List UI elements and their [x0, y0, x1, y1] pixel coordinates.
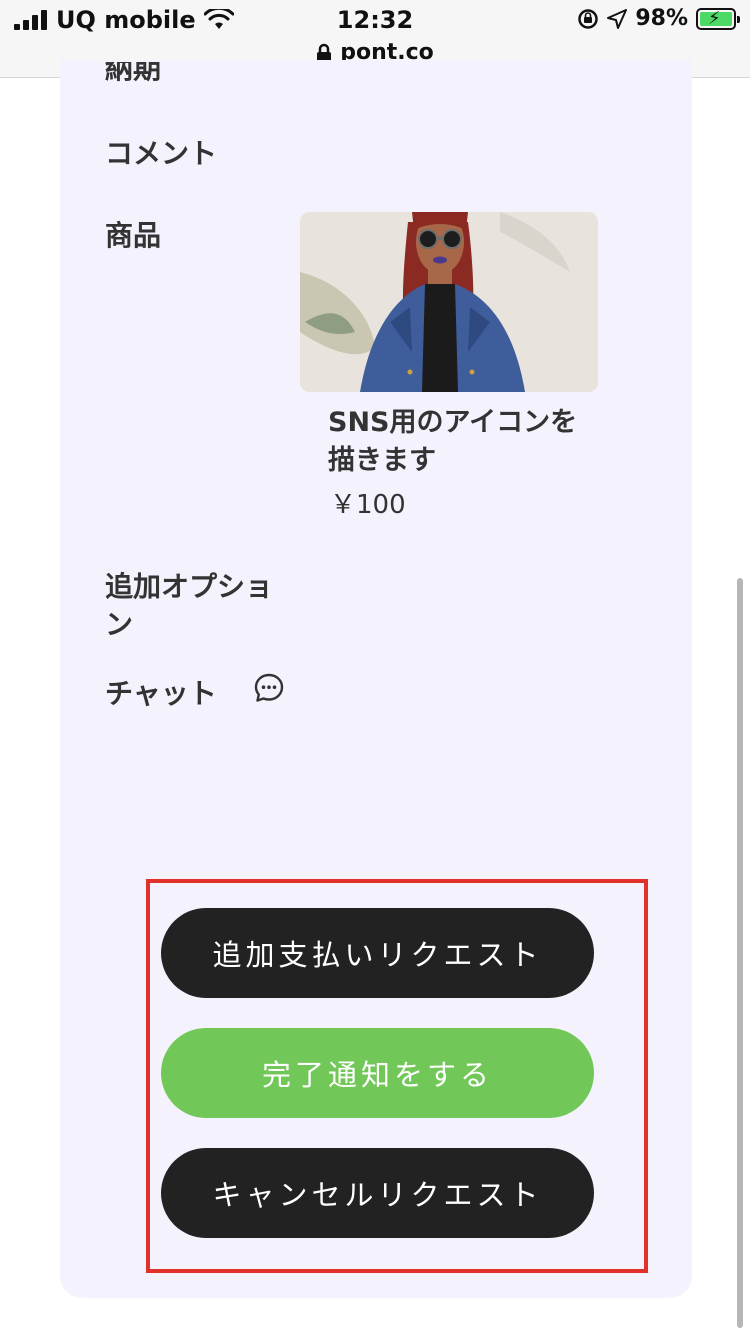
product-price: ￥100	[330, 490, 406, 520]
delivery-label-partial: 納期	[105, 62, 162, 85]
chat-icon[interactable]	[253, 672, 285, 704]
status-right: 98% ⚡	[577, 6, 740, 31]
options-label: 追加オプション	[105, 570, 274, 641]
scrollbar[interactable]	[737, 578, 743, 1328]
battery-percent: 98%	[635, 6, 688, 31]
cancel-request-button[interactable]: キャンセルリクエスト	[161, 1148, 594, 1238]
battery-icon: ⚡	[696, 7, 740, 30]
product-label: 商品	[105, 219, 162, 252]
orientation-lock-icon	[578, 8, 599, 29]
comment-label: コメント	[105, 137, 218, 170]
complete-notification-button[interactable]: 完了通知をする	[161, 1028, 594, 1118]
chat-label: チャット	[105, 677, 217, 710]
product-thumbnail[interactable]	[300, 212, 598, 392]
product-title[interactable]: SNS用のアイコンを描きます	[328, 404, 598, 480]
location-icon	[607, 8, 628, 29]
additional-payment-request-button[interactable]: 追加支払いリクエスト	[161, 908, 594, 998]
